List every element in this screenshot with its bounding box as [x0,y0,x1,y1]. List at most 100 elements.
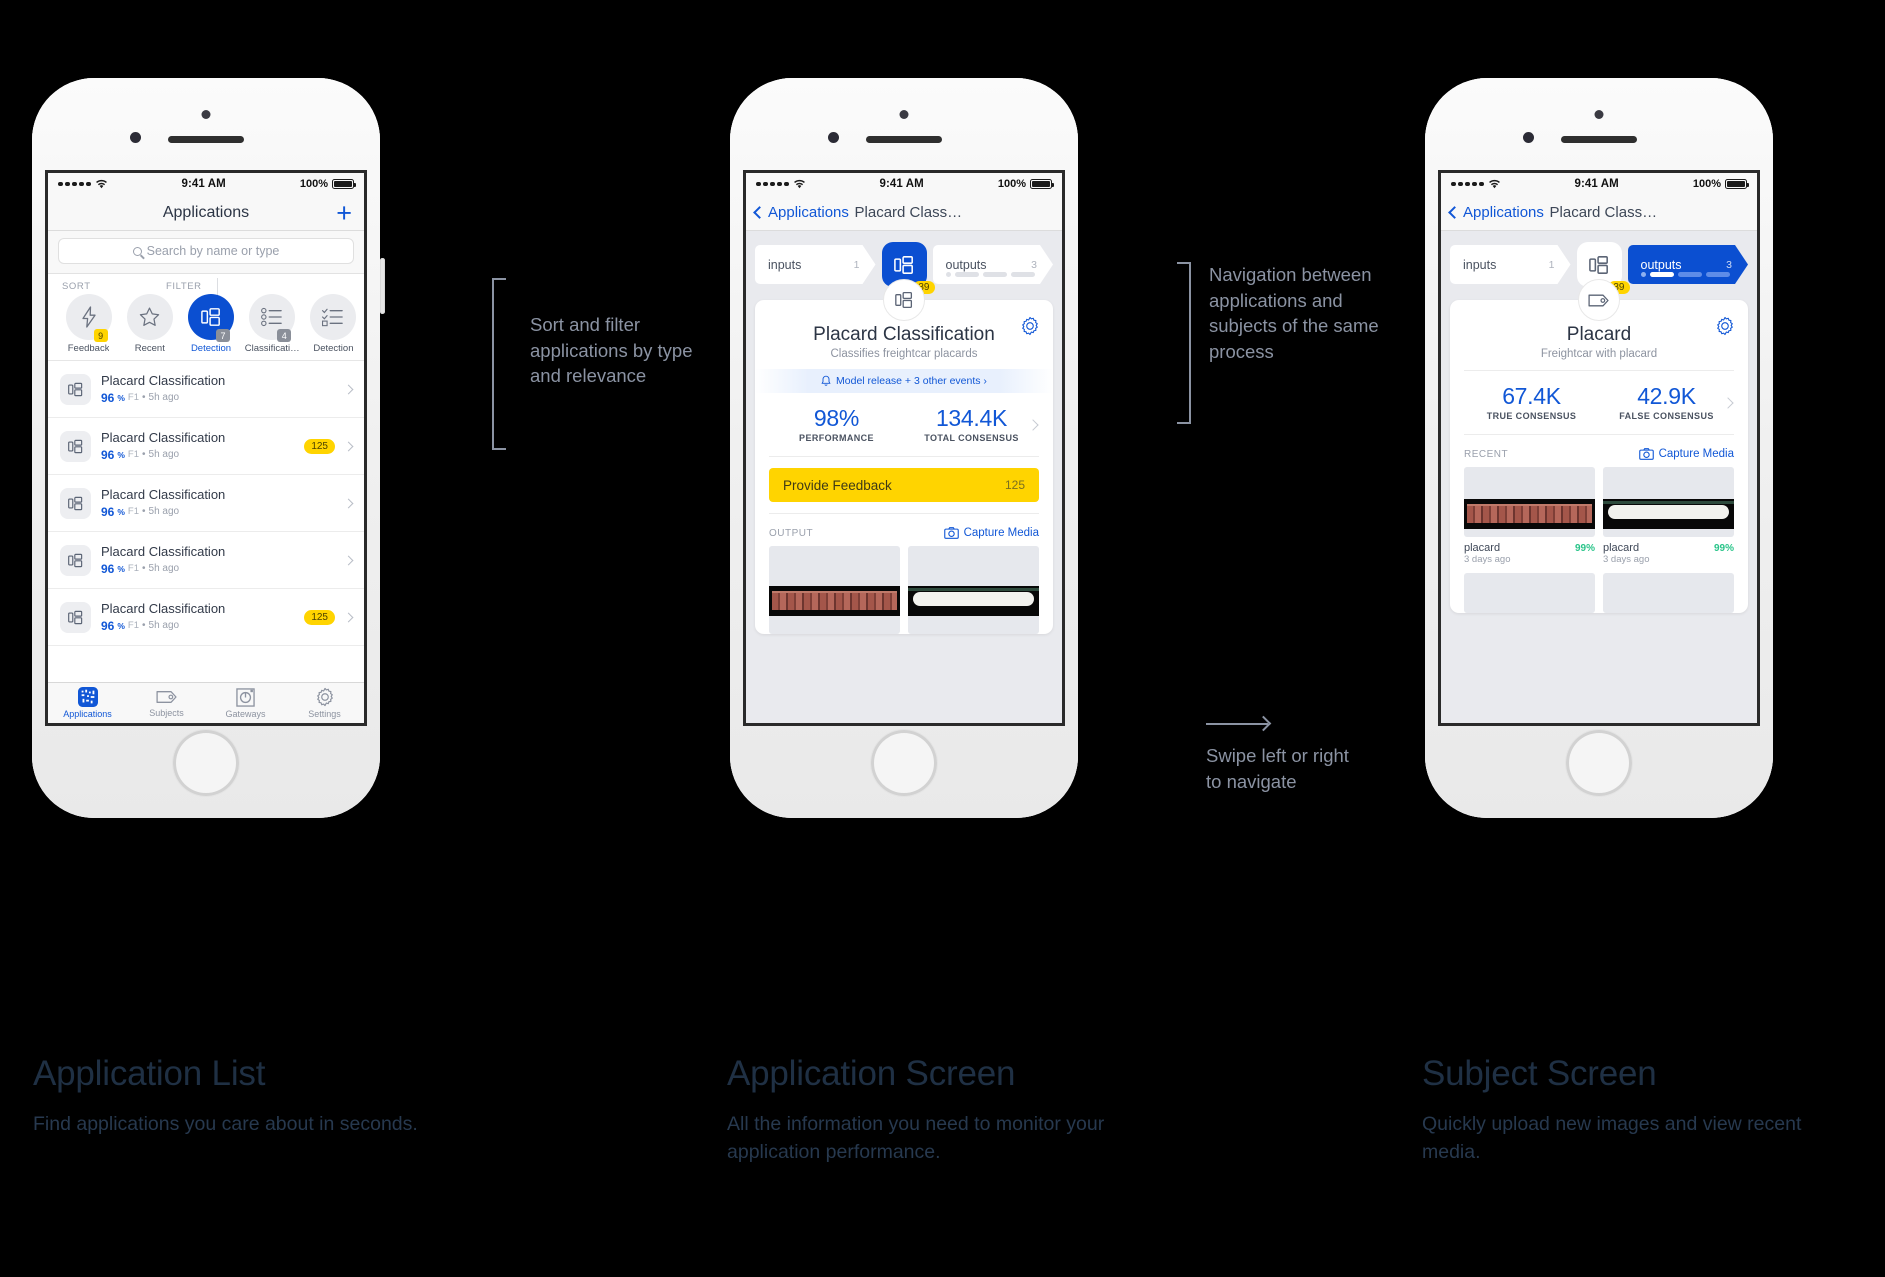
media-thumbnail[interactable] [1464,573,1595,613]
front-camera-icon [130,132,141,143]
stats-row[interactable]: 67.4K TRUE CONSENSUS 42.9K FALSE CONSENS… [1464,370,1734,435]
caption-body: All the information you need to monitor … [727,1113,1105,1164]
chevron-right-icon [343,612,354,622]
chevron-right-icon [343,555,354,565]
filter-chip-classification[interactable]: 4 Classificati… [242,294,303,354]
media-name: placard [1603,542,1640,554]
battery-percent: 100% [1692,178,1721,190]
list-item[interactable]: Placard Classification 96% F1 • 5h ago [48,532,364,589]
gear-icon[interactable] [1020,316,1040,341]
process-chip-outputs[interactable]: outputs 3 [933,245,1054,284]
power-button[interactable] [380,258,385,314]
status-bar-3: 9:41 AM 100% [1441,173,1757,195]
process-chip-inputs[interactable]: inputs 1 [755,245,876,284]
application-list: Placard Classification 96% F1 • 5h ago P… [48,361,364,646]
sort-chip-recent[interactable]: Recent [119,294,180,354]
media-meta: placard 99% [1464,542,1595,554]
list-item[interactable]: Placard Classification 96% F1 • 5h ago 1… [48,418,364,475]
tab-bar: Applications Subjects Gateways Settings [48,682,364,723]
capture-label: Capture Media [963,527,1039,539]
caption-title: Subject Screen [1422,1054,1657,1093]
chip-label: Recent [134,343,165,354]
metric-name: F1 [127,506,140,518]
tab-settings[interactable]: Settings [285,683,364,723]
filter-chip-detection[interactable]: 7 Detection [180,294,241,354]
list-item[interactable]: Placard Classification 96% F1 • 5h ago [48,361,364,418]
stat-key: FALSE CONSENSUS [1619,411,1714,421]
sort-filter-row: SORT FILTER 9 Feedback Recent 7 Detectio… [48,274,364,361]
signal-dots-icon [1451,181,1484,187]
signal-area [756,179,806,189]
chip-label: Detection [313,343,354,354]
media-timestamp: 3 days ago [1603,554,1650,565]
media-thumbnail[interactable] [1603,573,1734,613]
events-banner[interactable]: Model release + 3 other events › [755,369,1053,393]
bell-icon [821,375,831,386]
search-bar-container: Search by name or type [48,231,364,274]
back-button[interactable]: Applications [753,204,849,221]
chip-circle: 9 [65,294,112,342]
home-button[interactable] [1566,730,1632,796]
battery-percent: 100% [299,178,328,190]
metric-name: F1 [127,392,140,404]
list-item-title: Placard Classification [101,373,226,389]
front-camera-icon [828,132,839,143]
media-cell[interactable]: placard 99% 3 days ago [1603,467,1734,565]
list-item[interactable]: Placard Classification 96% F1 • 5h ago 1… [48,589,364,646]
feedback-count-badge[interactable]: 125 [304,609,335,625]
media-cell[interactable]: placard 99% 3 days ago [1464,467,1595,565]
capture-media-button[interactable]: Capture Media [943,527,1039,539]
rail-line [908,588,1039,592]
stat-false-consensus: 42.9K FALSE CONSENSUS [1599,383,1734,421]
feedback-count: 125 [1004,478,1025,492]
media-thumbnail[interactable] [908,546,1039,634]
chip-badge: 4 [277,329,292,342]
stat-total-consensus: 134.4K TOTAL CONSENSUS [904,405,1039,443]
detection-icon [60,487,91,519]
freightcar-image [771,591,898,611]
search-input[interactable]: Search by name or type [58,238,354,264]
back-button[interactable]: Applications [1448,204,1544,221]
media-thumbnail[interactable] [1464,467,1595,537]
checklist-icon [322,308,344,327]
stats-row[interactable]: 98% PERFORMANCE 134.4K TOTAL CONSENSUS [769,393,1039,457]
media-confidence: 99% [1574,543,1595,554]
list-item-text: Placard Classification 96% F1 • 5h ago [101,430,294,461]
chevron-right-icon [343,384,354,394]
tab-applications[interactable]: Applications [48,683,127,723]
annotation-text-3: Swipe left or right to navigate [1206,745,1349,792]
gear-icon[interactable] [1715,316,1735,341]
meta-sep: • [142,620,146,632]
filter-chip-detection-2[interactable]: Detection [303,294,364,354]
media-thumbnail[interactable] [1603,467,1734,537]
phone-frame-3: 9:41 AM 100% Applications Placard Class…… [1425,78,1773,818]
tab-subjects[interactable]: Subjects [127,683,206,723]
proximity-sensor-icon [201,110,211,119]
capture-media-button[interactable]: Capture Media [1638,448,1734,460]
chip-label: inputs [1463,257,1497,272]
home-button[interactable] [871,730,937,796]
wifi-icon [1488,179,1500,189]
wifi-icon [793,179,805,189]
list-item-text: Placard Classification 96% F1 • 5h ago [101,544,335,575]
process-chip-inputs[interactable]: inputs 1 [1450,245,1571,284]
home-button[interactable] [173,730,239,796]
media-confidence: 99% [1713,543,1734,554]
chip-label: outputs [945,257,987,272]
media-thumbnail[interactable] [769,546,900,634]
signal-area [58,179,108,189]
feedback-count-badge[interactable]: 125 [304,438,335,454]
tab-gateways[interactable]: Gateways [206,683,285,723]
sort-chip-feedback[interactable]: 9 Feedback [58,294,119,354]
chip-list: 9 Feedback Recent 7 Detection 4 Classifi… [48,294,364,354]
score-unit: % [117,563,125,574]
status-bar-1: 9:41 AM 100% [48,173,364,195]
process-chip-outputs[interactable]: outputs 3 [1628,245,1749,284]
media-name: placard [1464,542,1501,554]
list-item[interactable]: Placard Classification 96% F1 • 5h ago [48,475,364,532]
status-time: 9:41 AM [1574,178,1619,190]
detail-card-area-3: Placard Freightcar with placard 67.4K TR… [1441,279,1757,723]
annotation-bracket-2 [1177,262,1191,424]
provide-feedback-button[interactable]: Provide Feedback 125 [769,468,1039,502]
status-time: 9:41 AM [181,178,226,190]
